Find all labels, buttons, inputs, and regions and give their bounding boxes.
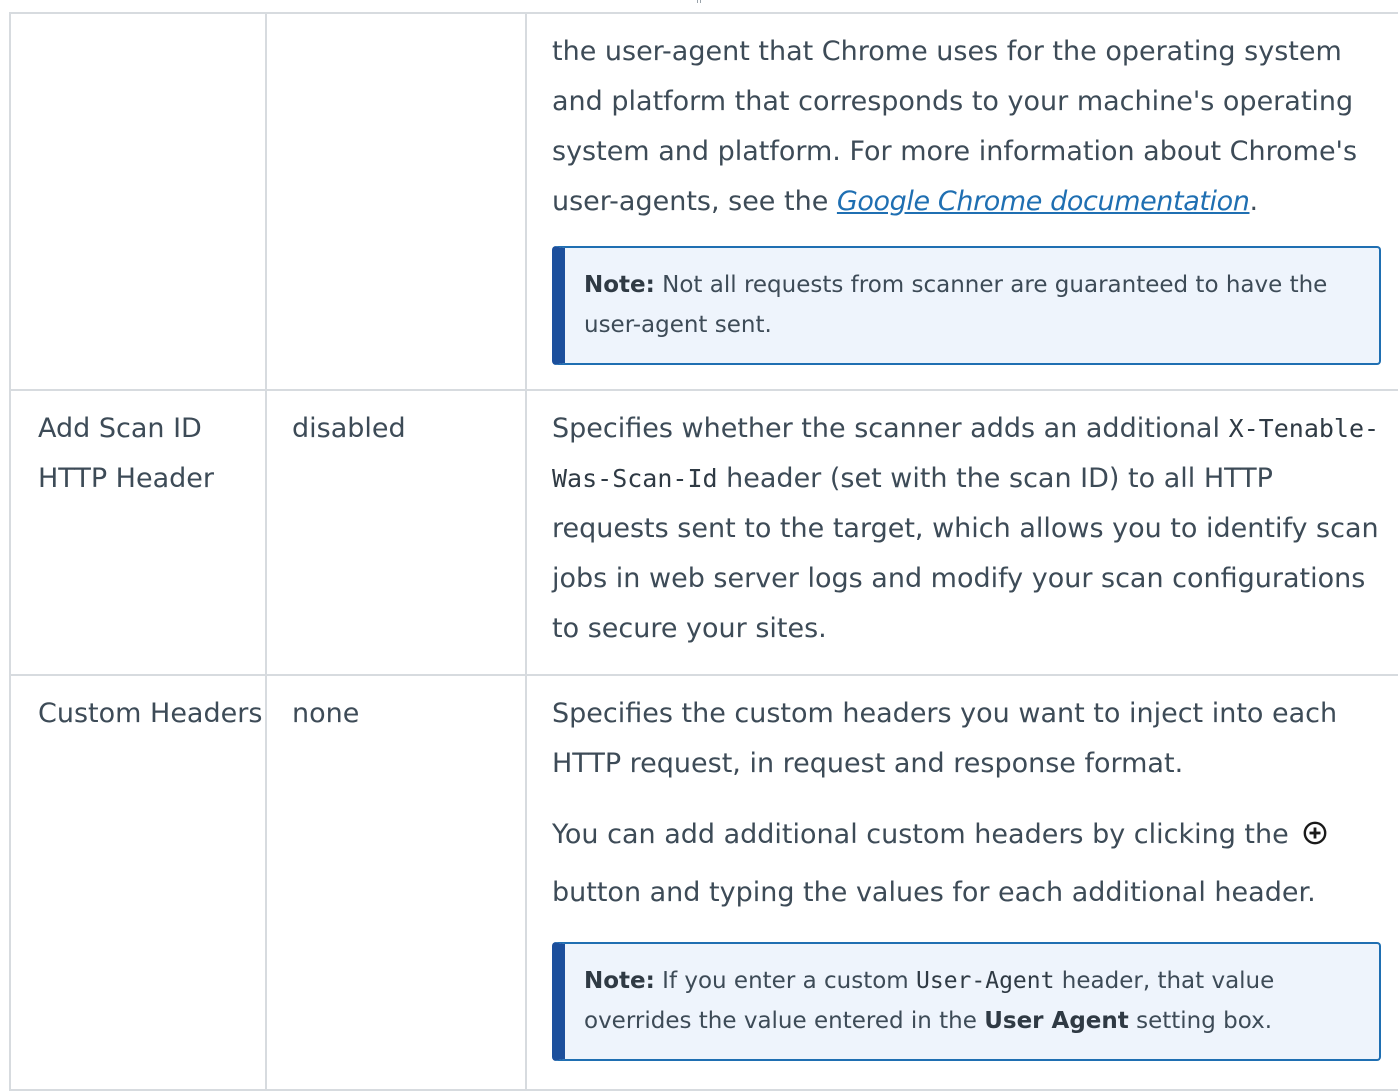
- setting-name-cell: [9, 12, 267, 391]
- add-circle-icon: [1303, 808, 1327, 845]
- description-tail: .: [1249, 186, 1259, 217]
- table-row: Add Scan ID HTTP Header disabled Specifi…: [9, 389, 1398, 676]
- description-cell: Specifies the custom headers you want to…: [525, 674, 1398, 1091]
- default-value-cell: none: [265, 674, 527, 1091]
- user-agent-setting-name: User Agent: [984, 1008, 1129, 1034]
- note-label: Note:: [584, 968, 655, 994]
- note-label: Note:: [584, 272, 655, 298]
- description-text: Specifies the custom headers you want to…: [552, 698, 1338, 779]
- description-text: Specifies whether the scanner adds an ad…: [552, 404, 1381, 654]
- top-edge-mark: [697, 0, 701, 3]
- description-text: You can add additional custom headers by…: [552, 806, 1381, 922]
- note-text: If you enter a custom: [654, 968, 916, 994]
- default-value-cell: disabled: [265, 389, 527, 676]
- description-cell: the user-agent that Chrome uses for the …: [525, 12, 1398, 391]
- description-part: button and typing the values for each ad…: [552, 877, 1316, 908]
- description-part: Specifies whether the scanner adds an ad…: [552, 413, 1229, 444]
- note-box: Note: If you enter a custom User-Agent h…: [552, 942, 1381, 1061]
- note-text: setting box.: [1128, 1008, 1273, 1034]
- table-row: Custom Headers none Specifies the custom…: [9, 674, 1398, 1091]
- settings-table: the user-agent that Chrome uses for the …: [9, 12, 1398, 1091]
- default-value-cell: [265, 12, 527, 391]
- setting-name-cell: Add Scan ID HTTP Header: [9, 389, 267, 676]
- user-agent-code: User-Agent: [916, 968, 1055, 994]
- description-text: the user-agent that Chrome uses for the …: [552, 27, 1381, 227]
- table-row: the user-agent that Chrome uses for the …: [9, 12, 1398, 391]
- description-cell: Specifies whether the scanner adds an ad…: [525, 389, 1398, 676]
- note-text: Not all requests from scanner are guaran…: [584, 272, 1328, 338]
- description-part: You can add additional custom headers by…: [552, 819, 1298, 850]
- setting-name-cell: Custom Headers: [9, 674, 267, 1091]
- google-chrome-doc-link[interactable]: Google Chrome documentation: [837, 186, 1250, 217]
- note-box: Note: Not all requests from scanner are …: [552, 246, 1381, 365]
